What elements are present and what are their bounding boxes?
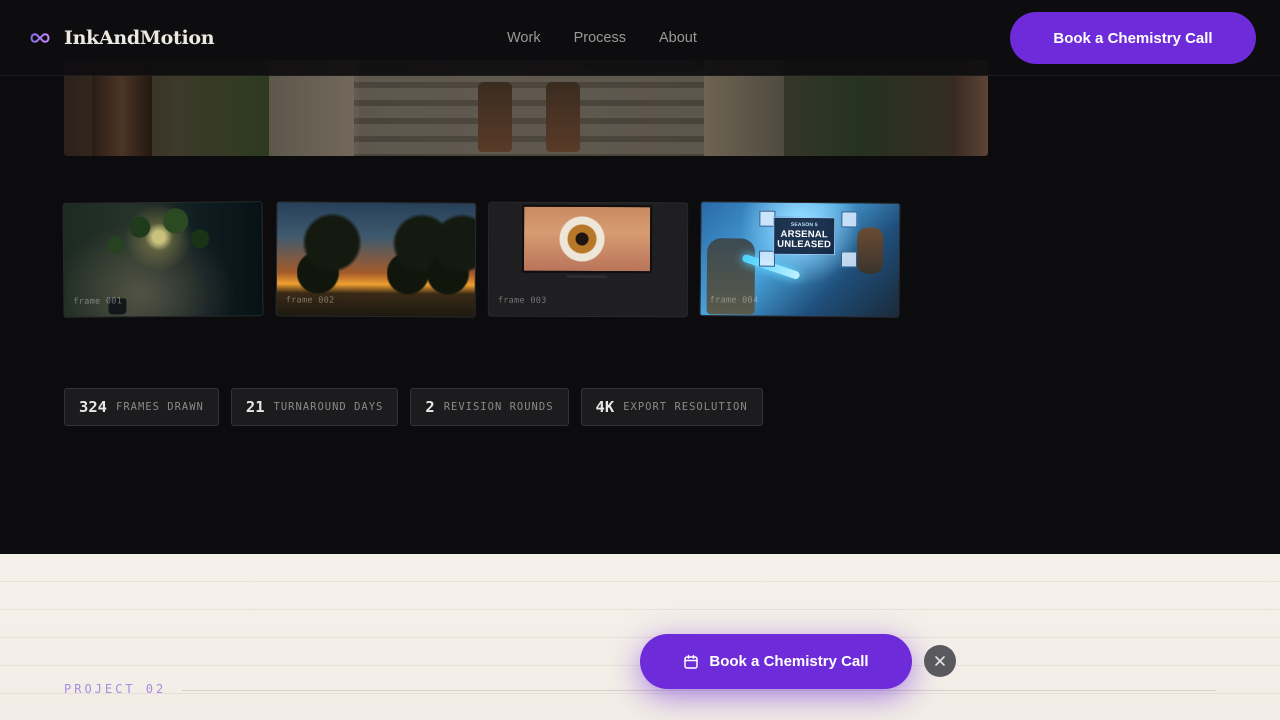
stat-label: frames drawn [116, 401, 204, 413]
main-nav: Work Process About [507, 30, 697, 46]
frame-thumbnail[interactable]: frame 002 [275, 201, 477, 318]
stat-value: 4K [595, 398, 615, 416]
frame-label: frame 004 [709, 295, 759, 306]
frame-thumbnail[interactable]: frame 001 [62, 201, 264, 318]
stat-revision-rounds: 2 revision rounds [410, 388, 569, 426]
close-floating-cta-button[interactable] [924, 645, 956, 677]
stat-value: 324 [79, 398, 107, 416]
frame-label: frame 003 [497, 295, 547, 306]
frame-label: frame 001 [73, 296, 123, 307]
stat-label: revision rounds [443, 401, 554, 413]
frame-thumbnail[interactable]: frame 003 [487, 201, 689, 318]
stat-value: 21 [245, 398, 265, 416]
book-chemistry-call-button[interactable]: Book a Chemistry Call [1010, 12, 1256, 64]
brand[interactable]: InkAndMotion [28, 26, 215, 50]
infinity-icon [28, 26, 52, 50]
frame-gallery: frame 001 frame 002 frame 003 SEASON 5 A… [62, 201, 903, 320]
stat-label: turnaround days [273, 401, 384, 413]
nav-link-work[interactable]: Work [507, 30, 541, 46]
stat-export-resolution: 4K export resolution [580, 388, 763, 426]
key-art-title: SEASON 5 ARSENAL UNLEASED [773, 216, 836, 256]
project-label: PROJECT 02 [64, 682, 167, 696]
nav-link-process[interactable]: Process [574, 30, 626, 46]
stat-value: 2 [425, 398, 435, 416]
frame-thumbnail[interactable]: SEASON 5 ARSENAL UNLEASED frame 004 [699, 201, 901, 318]
section-divider [182, 690, 1216, 691]
floating-cta-label: Book a Chemistry Call [709, 653, 869, 670]
stat-frames-drawn: 324 frames drawn [64, 388, 219, 426]
nav-link-about[interactable]: About [659, 30, 697, 46]
floating-book-call-button[interactable]: Book a Chemistry Call [640, 634, 912, 689]
brand-name: InkAndMotion [64, 27, 215, 49]
stat-label: export resolution [623, 401, 748, 413]
stat-turnaround-days: 21 turnaround days [230, 388, 399, 426]
frame-label: frame 002 [285, 295, 335, 306]
calendar-icon [683, 654, 699, 670]
top-navigation-bar: InkAndMotion Work Process About Book a C… [0, 0, 1280, 76]
project-02-section: PROJECT 02 [0, 554, 1280, 720]
project-stats: 324 frames drawn 21 turnaround days 2 re… [64, 388, 763, 426]
close-icon [934, 655, 946, 667]
